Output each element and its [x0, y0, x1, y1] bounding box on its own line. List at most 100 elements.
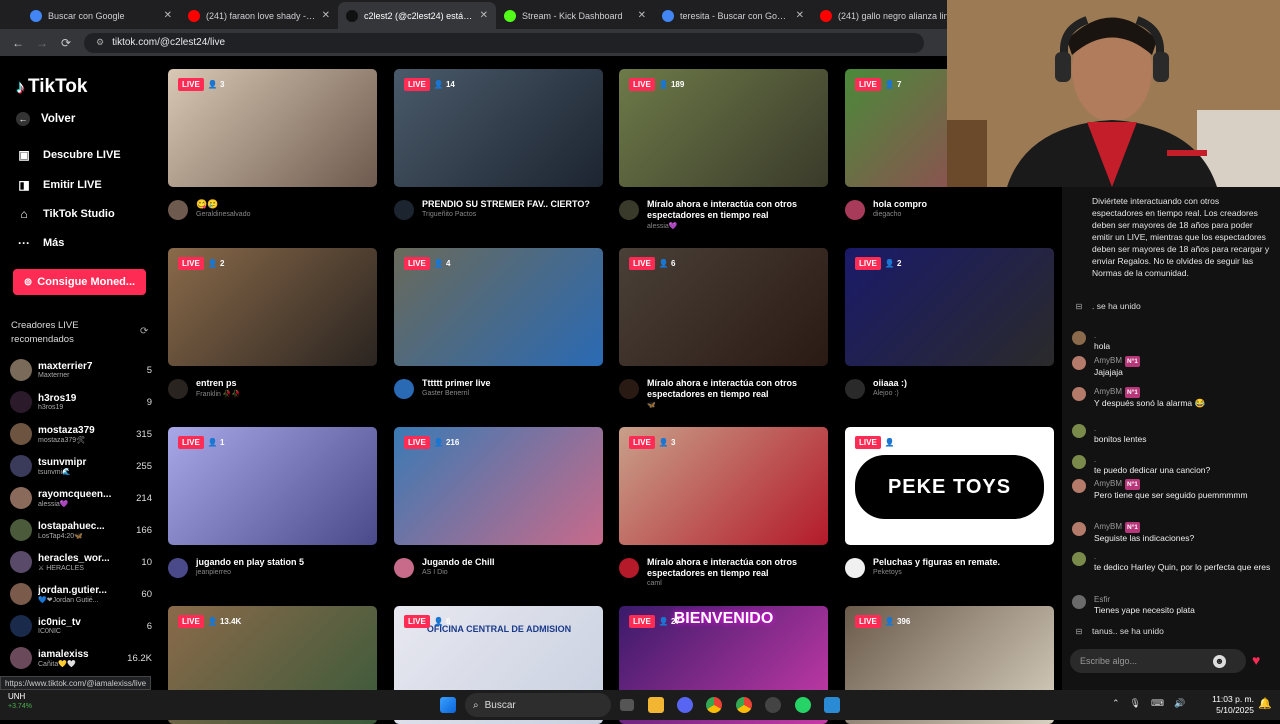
get-coins-button[interactable]: ⊚ Consigue Moned...: [13, 269, 146, 295]
recommended-creator[interactable]: ic0nic_tv IC0NIC 6: [10, 611, 152, 641]
recommended-creator[interactable]: jordan.gutier... 💙❤Jordan Gutié... 60: [10, 579, 152, 609]
live-username[interactable]: Peketoys: [873, 569, 1000, 576]
live-card[interactable]: LIVE 👤 3 Míralo ahora e interactúa con otr…: [619, 427, 828, 587]
system-tray-icons[interactable]: ⌃🎙⌨🔊: [1112, 698, 1195, 709]
live-username[interactable]: Alejoo :): [873, 390, 907, 397]
live-title[interactable]: jugando en play station 5: [196, 557, 304, 568]
browser-tab[interactable]: c2lest2 (@c2lest24) está en LIVE ✕: [338, 2, 496, 29]
browser-tab[interactable]: (241) faraon love shady - YouTube ✕: [180, 2, 338, 29]
browser-tab[interactable]: Stream - Kick Dashboard ✕: [496, 2, 654, 29]
avatar[interactable]: [619, 558, 639, 578]
chat-username[interactable]: .: [1094, 551, 1270, 562]
address-bar[interactable]: ⚙ tiktok.com/@c2lest24/live: [84, 32, 924, 53]
avatar[interactable]: [1072, 595, 1086, 609]
live-card[interactable]: LIVE 👤 4 Tttttt primer live Gaster Benerril: [394, 248, 603, 399]
live-thumbnail[interactable]: LIVE 👤 189: [619, 69, 828, 187]
live-username[interactable]: jeanpierreo: [196, 569, 304, 576]
avatar[interactable]: [168, 379, 188, 399]
avatar[interactable]: [1072, 552, 1086, 566]
task-view-icon[interactable]: [620, 699, 634, 711]
avatar[interactable]: [619, 200, 639, 220]
live-thumbnail[interactable]: PEKE TOYS LIVE 👤 62: [845, 427, 1054, 545]
live-card[interactable]: LIVE 👤 14 PRENDIO SU STREMER FAV.. CIERTO?…: [394, 69, 603, 220]
avatar[interactable]: [1072, 479, 1086, 493]
close-tab-icon[interactable]: ✕: [322, 10, 330, 21]
avatar[interactable]: [168, 200, 188, 220]
live-thumbnail[interactable]: LIVE 👤 2: [168, 248, 377, 366]
live-thumbnail[interactable]: LIVE 👤 6: [619, 248, 828, 366]
sidebar-item-emitir-live[interactable]: ◨ Emitir LIVE: [16, 178, 101, 192]
browser-tab[interactable]: Buscar con Google ✕: [22, 2, 180, 29]
recommended-creator[interactable]: maxterrier7 Maxterrier 5: [10, 355, 152, 385]
live-username[interactable]: Geraldinesalvado: [196, 211, 250, 218]
live-username[interactable]: alessia💜: [647, 222, 828, 230]
stock-widget[interactable]: UNH +3.74%: [8, 692, 32, 712]
discord-icon[interactable]: [677, 697, 693, 713]
chat-username[interactable]: AmyBM N°1: [1094, 521, 1194, 533]
live-username[interactable]: caml: [647, 580, 828, 587]
recommended-creator[interactable]: rayomcqueen... alessia💜 214: [10, 483, 152, 513]
live-title[interactable]: Míralo ahora e interactúa con otros espe…: [647, 378, 828, 400]
back-button[interactable]: ← Volver: [16, 112, 75, 126]
chat-username[interactable]: .: [1094, 330, 1110, 341]
live-card[interactable]: LIVE 👤 1 jugando en play station 5 jeanpier…: [168, 427, 377, 578]
app-icon[interactable]: [824, 697, 840, 713]
back-arrow-icon[interactable]: ←: [8, 36, 28, 50]
chrome-icon[interactable]: [706, 697, 722, 713]
reload-icon[interactable]: ⟳: [56, 36, 76, 50]
avatar[interactable]: [845, 379, 865, 399]
live-thumbnail[interactable]: LIVE 👤 1: [168, 427, 377, 545]
live-username[interactable]: 🦋: [647, 401, 828, 409]
live-thumbnail[interactable]: LIVE 👤 3: [619, 427, 828, 545]
live-title[interactable]: PRENDIO SU STREMER FAV.. CIERTO?: [422, 199, 590, 210]
avatar[interactable]: [845, 200, 865, 220]
chat-username[interactable]: AmyBM N°1: [1094, 355, 1140, 367]
avatar[interactable]: [1072, 455, 1086, 469]
file-explorer-icon[interactable]: [648, 697, 664, 713]
sidebar-item-más[interactable]: ··· Más: [16, 236, 64, 250]
close-tab-icon[interactable]: ✕: [638, 10, 646, 21]
live-title[interactable]: entren ps: [196, 378, 240, 389]
chat-username[interactable]: .: [1094, 423, 1146, 434]
live-thumbnail[interactable]: LIVE 👤 2: [845, 248, 1054, 366]
recommended-creator[interactable]: heracles_wor... ⚔ HERACLES 10: [10, 547, 152, 577]
close-tab-icon[interactable]: ✕: [164, 10, 172, 21]
recommended-creator[interactable]: lostapahuec... LosTap4:20🦋 166: [10, 515, 152, 545]
chat-username[interactable]: AmyBM N°1: [1094, 478, 1248, 490]
live-thumbnail[interactable]: LIVE 👤 216: [394, 427, 603, 545]
live-username[interactable]: Gaster Benerril: [422, 390, 491, 397]
sidebar-item-descubre-live[interactable]: ▣ Descubre LIVE: [16, 148, 120, 162]
emoji-icon[interactable]: ☻: [1213, 655, 1226, 668]
live-thumbnail[interactable]: LIVE 👤 4: [394, 248, 603, 366]
close-tab-icon[interactable]: ✕: [796, 10, 804, 21]
chat-username[interactable]: AmyBM N°1: [1094, 386, 1205, 398]
sidebar-item-tiktok-studio[interactable]: ⌂ TikTok Studio: [16, 207, 114, 221]
live-card[interactable]: LIVE 👤 2 entren ps Franklin 🥀🥀: [168, 248, 377, 399]
live-card[interactable]: LIVE 👤 3 😋🥲 Geraldinesalvado: [168, 69, 377, 220]
live-title[interactable]: Jugando de Chill: [422, 557, 495, 568]
live-card[interactable]: LIVE 👤 2 oiiaaa :) Alejoo :): [845, 248, 1054, 399]
forward-arrow-icon[interactable]: →: [32, 36, 52, 50]
live-card[interactable]: LIVE 👤 216 Jugando de Chill AS I Dio: [394, 427, 603, 578]
live-username[interactable]: Franklin 🥀🥀: [196, 390, 240, 398]
recommended-creator[interactable]: tsunvmipr tsunvmi🌊 255: [10, 451, 152, 481]
avatar[interactable]: [1072, 387, 1086, 401]
heart-icon[interactable]: ♥: [1252, 652, 1260, 668]
whatsapp-icon[interactable]: [795, 697, 811, 713]
avatar[interactable]: [394, 200, 414, 220]
windows-start-icon[interactable]: [440, 697, 456, 713]
refresh-icon[interactable]: ⟳: [140, 326, 148, 337]
recommended-creator[interactable]: h3ros19 h3ros19 9: [10, 387, 152, 417]
avatar[interactable]: [168, 558, 188, 578]
live-username[interactable]: AS I Dio: [422, 569, 495, 576]
live-title[interactable]: Peluchas y figuras en remate.: [873, 557, 1000, 568]
live-card[interactable]: LIVE 👤 189 Míralo ahora e interactúa con o…: [619, 69, 828, 230]
avatar[interactable]: [394, 379, 414, 399]
live-title[interactable]: Tttttt primer live: [422, 378, 491, 389]
avatar[interactable]: [1072, 522, 1086, 536]
avatar[interactable]: [845, 558, 865, 578]
live-card[interactable]: PEKE TOYS LIVE 👤 62 Peluchas y figuras en r…: [845, 427, 1054, 578]
live-title[interactable]: 😋🥲: [196, 199, 250, 210]
chat-username[interactable]: .: [1094, 454, 1210, 465]
avatar[interactable]: [619, 379, 639, 399]
